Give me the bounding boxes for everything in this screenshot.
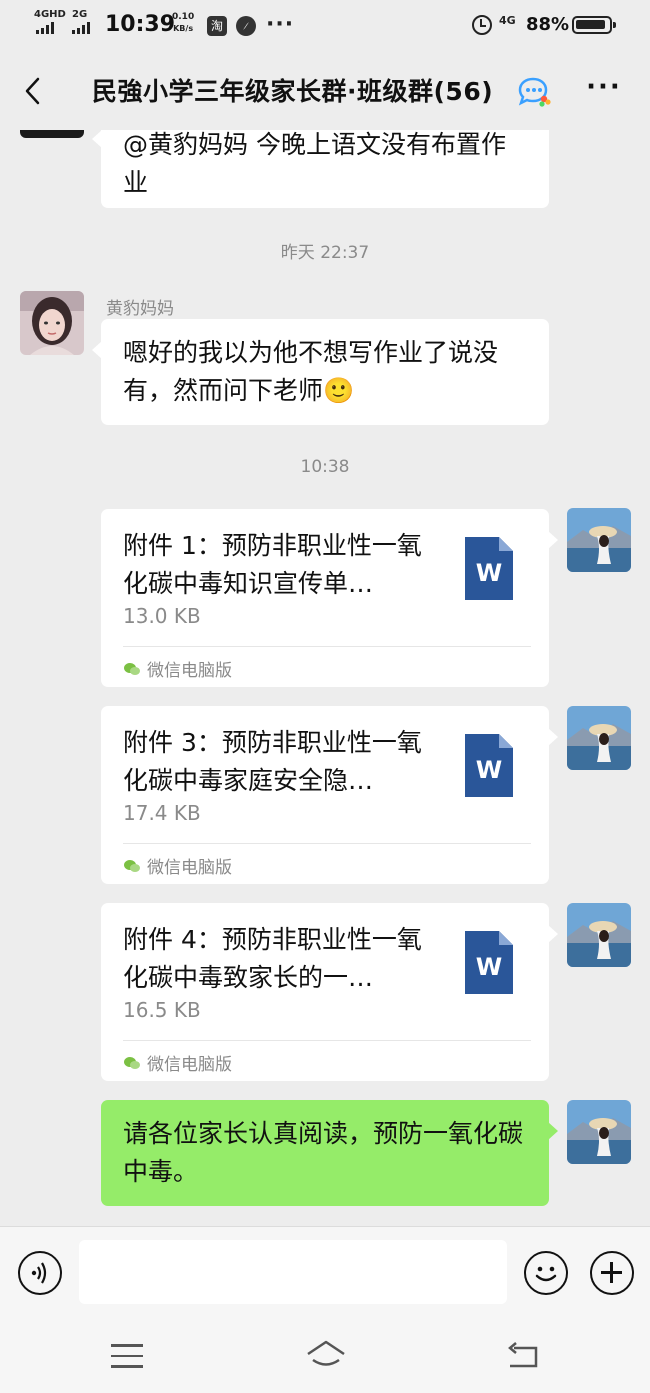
- file-message-card[interactable]: 附件 3：预防非职业性一氧化碳中毒家庭安全隐… 17.4 KB W 微信电脑版: [101, 706, 558, 884]
- more-menu-button[interactable]: ···: [586, 72, 622, 108]
- divider: [123, 1040, 531, 1041]
- timestamp: 昨天 22:37: [280, 243, 370, 263]
- wechat-icon: [124, 1056, 140, 1069]
- back-button[interactable]: [18, 74, 50, 108]
- chevron-left-icon: [25, 77, 40, 105]
- file-size: 13.0 KB: [123, 604, 201, 628]
- word-document-icon: W: [465, 734, 513, 797]
- message-text: 请各位家长认真阅读，预防一氧化碳中毒。: [123, 1119, 524, 1186]
- file-source: 微信电脑版: [123, 1050, 232, 1075]
- battery-icon: [572, 16, 616, 34]
- word-letter: W: [475, 559, 503, 587]
- more-functions-button[interactable]: [590, 1251, 634, 1295]
- avatar[interactable]: [567, 903, 631, 967]
- wechat-icon: [124, 662, 140, 675]
- status-time: 10:39: [105, 12, 176, 37]
- file-name: 附件 3：预防非职业性一氧化碳中毒家庭安全隐…: [123, 728, 422, 795]
- file-source-label: 微信电脑版: [147, 661, 232, 681]
- avatar[interactable]: [567, 1100, 631, 1164]
- system-navigation: [0, 1318, 650, 1393]
- file-source-label: 微信电脑版: [147, 1055, 232, 1075]
- file-name: 附件 1：预防非职业性一氧化碳中毒知识宣传单…: [123, 531, 422, 598]
- message-input[interactable]: [79, 1240, 507, 1304]
- network-label-2: 2G: [72, 9, 88, 20]
- network-label-3: 4G: [499, 14, 516, 27]
- smiley-icon: [535, 1266, 557, 1282]
- message-text: @黄豹妈妈 今晚上语文没有布置作业: [123, 130, 506, 197]
- chat-title: 民強小学三年级家长群·班级群(56): [92, 77, 494, 106]
- home-icon[interactable]: [304, 1338, 348, 1372]
- battery-percent: 88%: [526, 14, 570, 35]
- voice-icon: [31, 1262, 47, 1284]
- message-bubble[interactable]: 请各位家长认真阅读，预防一氧化碳中毒。: [101, 1100, 558, 1206]
- avatar[interactable]: [567, 508, 631, 572]
- more-dots-icon: ···: [266, 12, 295, 37]
- status-bar: 4GHD 2G 10:39 0.10 KB/s 淘 ··· 4G 88%: [0, 0, 650, 52]
- emoji-button[interactable]: [524, 1251, 568, 1295]
- file-message-card[interactable]: 附件 1：预防非职业性一氧化碳中毒知识宣传单… 13.0 KB W 微信电脑版: [101, 509, 558, 687]
- smile-emoji-icon: 🙂: [323, 376, 355, 405]
- signal-icon: [72, 22, 90, 34]
- voice-input-button[interactable]: [18, 1251, 62, 1295]
- chat-header: 民強小学三年级家长群·班级群(56) ···: [0, 52, 650, 130]
- back-nav-icon[interactable]: [506, 1340, 542, 1372]
- file-size: 17.4 KB: [123, 801, 201, 825]
- avatar[interactable]: [567, 706, 631, 770]
- file-size: 16.5 KB: [123, 998, 201, 1022]
- file-source-label: 微信电脑版: [147, 858, 232, 878]
- network-speed: 0.10 KB/s: [172, 12, 194, 34]
- wechat-icon: [124, 859, 140, 872]
- sender-name: 黄豹妈妈: [106, 299, 174, 319]
- group-chat-icon: [516, 76, 552, 108]
- message-bubble[interactable]: @黄豹妈妈 今晚上语文没有布置作业: [92, 130, 549, 208]
- taobao-icon: 淘: [207, 16, 227, 36]
- message-text: 嗯好的我以为他不想写作业了说没有，然而问下老师: [123, 338, 499, 405]
- network-label-1: 4GHD: [34, 9, 66, 20]
- speed-value: 0.10: [172, 12, 195, 22]
- divider: [123, 843, 531, 844]
- word-document-icon: W: [465, 537, 513, 600]
- alarm-icon: [472, 15, 492, 35]
- menu-icon[interactable]: [111, 1344, 143, 1368]
- file-name: 附件 4：预防非职业性一氧化碳中毒致家长的一…: [123, 925, 422, 992]
- word-document-icon: W: [465, 931, 513, 994]
- input-bar: [0, 1226, 650, 1318]
- timestamp: 10:38: [300, 457, 350, 477]
- compass-icon: [236, 16, 256, 36]
- message-list[interactable]: @黄豹妈妈 今晚上语文没有布置作业 昨天 22:37 黄豹妈妈 嗯好的我以为他不…: [0, 130, 650, 1226]
- file-message-card[interactable]: 附件 4：预防非职业性一氧化碳中毒致家长的一… 16.5 KB W 微信电脑版: [101, 903, 558, 1081]
- signal-icon: [36, 22, 54, 34]
- word-letter: W: [475, 756, 503, 784]
- speed-unit: KB/s: [173, 24, 194, 33]
- file-source: 微信电脑版: [123, 853, 232, 878]
- avatar[interactable]: [20, 291, 84, 355]
- message-bubble[interactable]: 嗯好的我以为他不想写作业了说没有，然而问下老师🙂: [92, 319, 549, 425]
- divider: [123, 646, 531, 647]
- avatar[interactable]: [20, 130, 84, 138]
- word-letter: W: [475, 953, 503, 981]
- file-source: 微信电脑版: [123, 656, 232, 681]
